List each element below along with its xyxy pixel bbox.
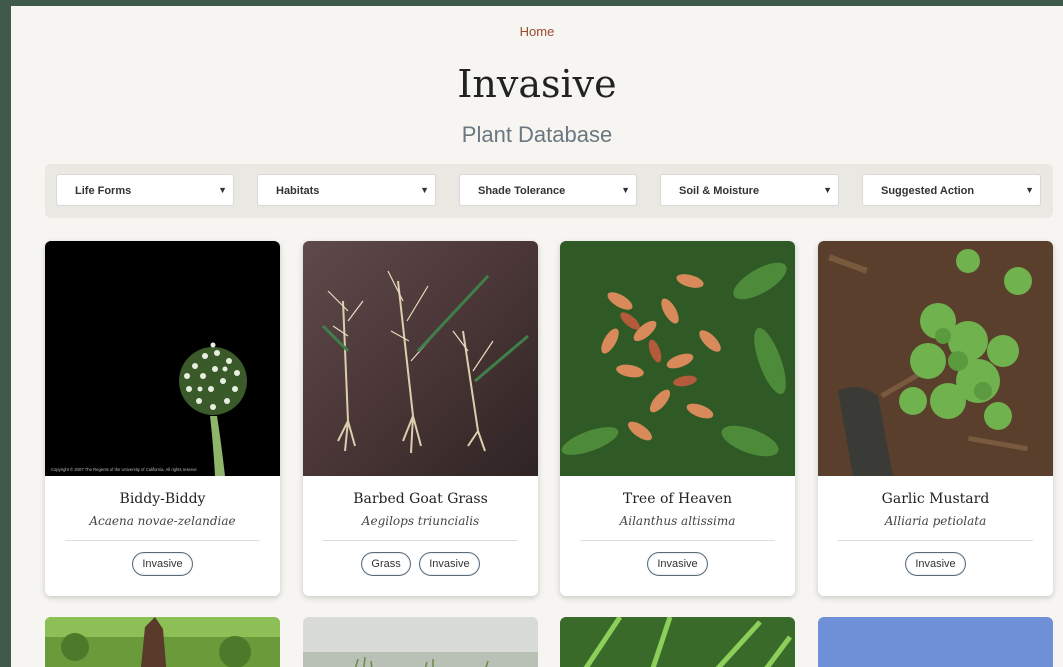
caret-down-icon: ▼ <box>823 185 832 195</box>
plant-scientific-name: Aegilops triuncialis <box>361 514 480 528</box>
divider <box>323 540 518 541</box>
plant-scientific-name: Alliaria petiolata <box>884 514 987 528</box>
caret-down-icon: ▼ <box>218 185 227 195</box>
plant-photo <box>818 241 1053 476</box>
caret-down-icon: ▼ <box>1025 185 1034 195</box>
divider <box>65 540 260 541</box>
breadcrumb-home-link[interactable]: Home <box>11 24 1063 39</box>
page-title: Invasive <box>457 62 617 106</box>
plant-card-row2-1[interactable] <box>45 617 280 667</box>
plant-scientific-name: Ailanthus altissima <box>619 514 736 528</box>
plant-card-biddy-biddy[interactable]: Copyright © 2007 The Regents of the Univ… <box>45 241 280 596</box>
plant-card-garlic-mustard[interactable]: Garlic Mustard Alliaria petiolata Invasi… <box>818 241 1053 596</box>
shade-tolerance-select[interactable]: Shade Tolerance ▼ <box>459 174 637 206</box>
select-label: Life Forms <box>75 185 132 197</box>
plant-common-name: Garlic Mustard <box>881 491 990 507</box>
select-label: Habitats <box>276 185 320 197</box>
plant-scientific-name: Acaena novae-zelandiae <box>89 514 236 528</box>
plant-card-row2-3[interactable] <box>560 617 795 667</box>
plant-common-name: Tree of Heaven <box>622 491 733 507</box>
plant-card-tree-of-heaven[interactable]: Tree of Heaven Ailanthus altissima Invas… <box>560 241 795 596</box>
habitats-select[interactable]: Habitats ▼ <box>257 174 436 206</box>
plant-card-row2-2[interactable] <box>303 617 538 667</box>
tag-invasive[interactable]: Invasive <box>419 552 480 576</box>
plant-photo <box>303 241 538 476</box>
tag-invasive[interactable]: Invasive <box>647 552 708 576</box>
tag-invasive[interactable]: Invasive <box>132 552 193 576</box>
tag-invasive[interactable]: Invasive <box>905 552 966 576</box>
plant-card-barbed-goat-grass[interactable]: Barbed Goat Grass Aegilops triuncialis G… <box>303 241 538 596</box>
plant-common-name: Biddy-Biddy <box>119 491 206 507</box>
select-label: Suggested Action <box>881 185 975 197</box>
filter-bar: Life Forms ▼ Habitats ▼ Shade Tolerance … <box>45 164 1053 218</box>
select-label: Soil & Moisture <box>679 185 760 197</box>
divider <box>580 540 775 541</box>
tag-list: Grass Invasive <box>303 552 538 576</box>
plant-photo: Copyright © 2007 The Regents of the Univ… <box>45 241 280 476</box>
plant-card-row2-4[interactable] <box>818 617 1053 667</box>
plant-common-name: Barbed Goat Grass <box>353 491 488 507</box>
tag-list: Invasive <box>818 552 1053 576</box>
caret-down-icon: ▼ <box>420 185 429 195</box>
tag-list: Invasive <box>560 552 795 576</box>
caret-down-icon: ▼ <box>621 185 630 195</box>
select-label: Shade Tolerance <box>478 185 566 197</box>
soil-moisture-select[interactable]: Soil & Moisture ▼ <box>660 174 839 206</box>
photo-caption: Copyright © 2007 The Regents of the Univ… <box>51 467 197 472</box>
page: Home Invasive Plant Database Life Forms … <box>11 6 1063 667</box>
divider <box>838 540 1033 541</box>
plant-photo <box>560 241 795 476</box>
suggested-action-select[interactable]: Suggested Action ▼ <box>862 174 1041 206</box>
tag-grass[interactable]: Grass <box>361 552 411 576</box>
page-subtitle: Plant Database <box>461 122 613 147</box>
tag-list: Invasive <box>45 552 280 576</box>
life-forms-select[interactable]: Life Forms ▼ <box>56 174 234 206</box>
